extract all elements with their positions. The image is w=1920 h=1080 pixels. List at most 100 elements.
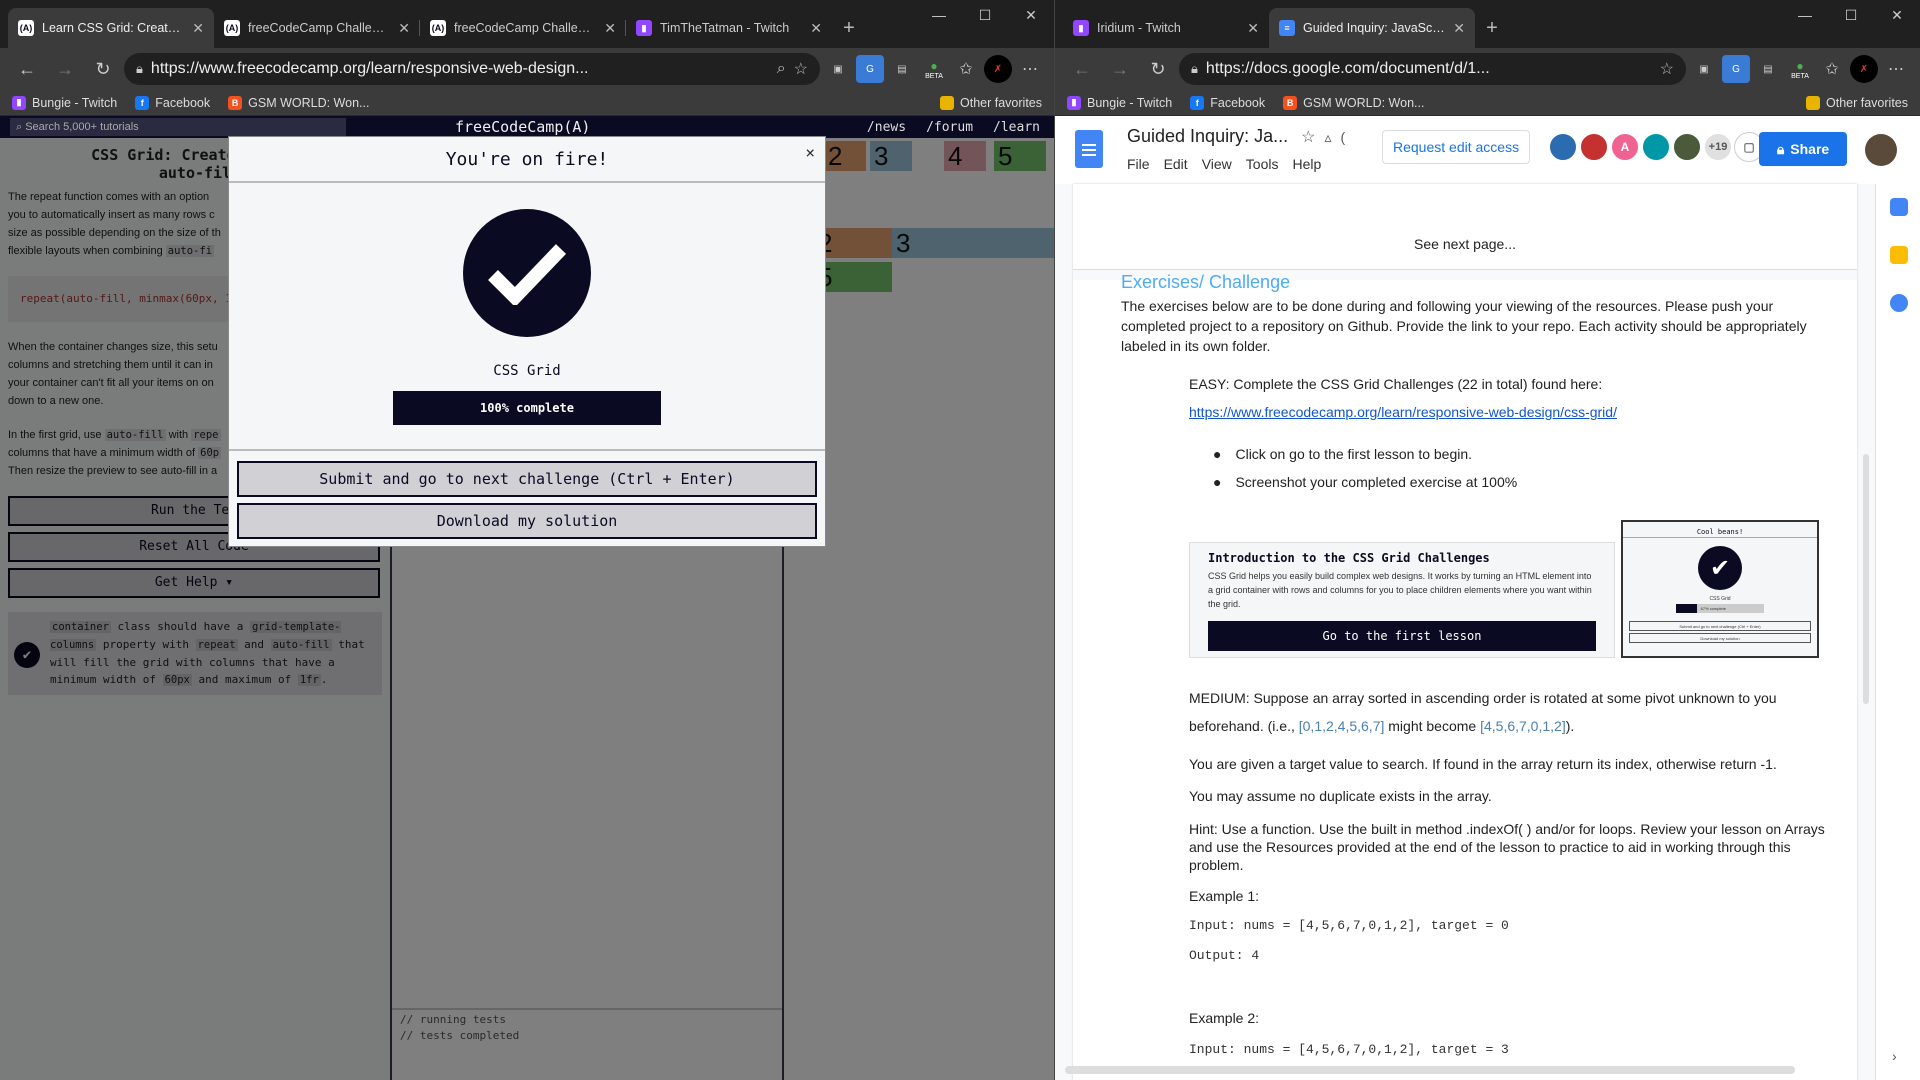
lock-icon: 🔒︎ — [136, 61, 143, 76]
avatar[interactable] — [1641, 132, 1671, 162]
cloud-status-icon: ( — [1340, 129, 1346, 145]
menu-file[interactable]: File — [1127, 156, 1150, 172]
doc-page[interactable]: See next page... Exercises/ Challenge Th… — [1073, 184, 1857, 1080]
request-edit-button[interactable]: Request edit access — [1382, 130, 1531, 164]
beta-extension-icon[interactable]: ● BETA — [1786, 55, 1814, 83]
beta-extension-icon[interactable]: ● BETA — [920, 55, 948, 83]
refresh-icon[interactable]: ↻ — [1141, 52, 1175, 86]
horizontal-scrollbar[interactable] — [1065, 1066, 1795, 1074]
new-tab-icon[interactable]: + — [1475, 8, 1509, 48]
favorites-list-icon[interactable]: ✩ — [1818, 55, 1846, 83]
user-avatar[interactable] — [1865, 134, 1897, 166]
close-tab-icon[interactable]: ✕ — [1453, 20, 1465, 37]
forward-icon[interactable]: → — [48, 52, 82, 86]
docs-menu: File Edit View Tools Help — [1127, 156, 1321, 172]
completion-modal: You're on fire! × CSS Grid 100% complete… — [228, 136, 826, 547]
close-tab-icon[interactable]: ✕ — [192, 20, 204, 37]
tab-strip: ▮ Iridium - Twitch ✕ ≡ Guided Inquiry: J… — [1055, 0, 1920, 48]
back-icon[interactable]: ← — [1065, 52, 1099, 86]
more-avatars[interactable]: +19 — [1703, 132, 1733, 162]
nav-forum[interactable]: /forum — [926, 120, 973, 135]
avatar[interactable] — [1672, 132, 1702, 162]
maximize-icon[interactable]: ☐ — [1828, 0, 1874, 30]
nav-learn[interactable]: /learn — [993, 120, 1040, 135]
vertical-scrollbar[interactable] — [1863, 454, 1869, 704]
thumb2-check-icon: ✔ — [1698, 546, 1742, 590]
avatar[interactable] — [1579, 132, 1609, 162]
submit-next-button[interactable]: Submit and go to next challenge (Ctrl + … — [237, 461, 817, 497]
expand-panel-icon[interactable]: › — [1892, 1048, 1897, 1064]
fcc-link[interactable]: https://www.freecodecamp.org/learn/respo… — [1189, 404, 1617, 420]
docs-logo-icon[interactable] — [1075, 130, 1103, 168]
tab-fcc-challenge-2[interactable]: (A) freeCodeCamp Challenge ✕ — [420, 8, 626, 48]
bookmark-gsm[interactable]: B GSM WORLD: Won... — [1283, 95, 1424, 110]
translate-icon[interactable]: G — [1722, 55, 1750, 83]
forward-icon[interactable]: → — [1103, 52, 1137, 86]
favorite-star-icon[interactable]: ☆ — [1660, 59, 1674, 79]
close-tab-icon[interactable]: ✕ — [1247, 20, 1259, 37]
bookmark-facebook[interactable]: f Facebook — [1190, 95, 1265, 110]
close-window-icon[interactable]: ✕ — [1008, 0, 1054, 30]
profile-icon[interactable]: ✗ — [984, 55, 1012, 83]
address-bar[interactable]: 🔒︎ https://docs.google.com/document/d/1.… — [1179, 53, 1686, 85]
tab-google-doc[interactable]: ≡ Guided Inquiry: JavaScript Week ✕ — [1269, 8, 1475, 48]
address-bar[interactable]: 🔒︎ https://www.freecodecamp.org/learn/re… — [124, 53, 820, 85]
more-menu-icon[interactable]: ⋯ — [1016, 55, 1044, 83]
maximize-icon[interactable]: ☐ — [962, 0, 1008, 30]
menu-edit[interactable]: Edit — [1164, 156, 1188, 172]
translate-icon[interactable]: G — [856, 55, 884, 83]
extension-icon[interactable]: ▤ — [1754, 55, 1782, 83]
minimize-icon[interactable]: — — [916, 0, 962, 30]
tab-twitch-iridium[interactable]: ▮ Iridium - Twitch ✕ — [1063, 8, 1269, 48]
tasks-icon[interactable] — [1889, 294, 1908, 312]
doc-title[interactable]: Guided Inquiry: Ja... ☆ ▵ ( — [1127, 126, 1345, 147]
share-button[interactable]: 🔒︎ Share — [1759, 132, 1847, 166]
download-solution-button[interactable]: Download my solution — [237, 503, 817, 539]
tab-fcc-grid[interactable]: (A) Learn CSS Grid: Create Fle ✕ — [8, 8, 214, 48]
collections-icon[interactable]: ▣ — [824, 55, 852, 83]
bookmark-facebook[interactable]: f Facebook — [135, 95, 210, 110]
menu-tools[interactable]: Tools — [1246, 156, 1279, 172]
close-icon[interactable]: × — [805, 143, 815, 162]
move-folder-icon[interactable]: ▵ — [1324, 129, 1331, 145]
calendar-icon[interactable] — [1889, 198, 1908, 216]
bullet-item: ● Click on go to the first lesson to begi… — [1213, 446, 1473, 462]
zoom-icon[interactable]: ⌕ — [777, 60, 786, 78]
other-favorites[interactable]: Other favorites — [940, 95, 1042, 110]
star-icon[interactable]: ☆ — [1301, 129, 1315, 146]
thumb2-progress-fill — [1676, 604, 1697, 613]
close-window-icon[interactable]: ✕ — [1874, 0, 1920, 30]
bookmark-gsm[interactable]: B GSM WORLD: Won... — [228, 95, 369, 110]
new-tab-icon[interactable]: + — [832, 8, 866, 48]
bookmark-label: Bungie - Twitch — [32, 95, 118, 110]
close-tab-icon[interactable]: ✕ — [604, 20, 616, 37]
keep-icon[interactable] — [1889, 246, 1908, 264]
avatar[interactable] — [1548, 132, 1578, 162]
back-icon[interactable]: ← — [10, 52, 44, 86]
favorite-star-icon[interactable]: ☆ — [794, 59, 808, 79]
extension-icon[interactable]: ▤ — [888, 55, 916, 83]
bookmark-bungie[interactable]: ▮ Bungie - Twitch — [1067, 95, 1172, 110]
refresh-icon[interactable]: ↻ — [86, 52, 120, 86]
other-favorites[interactable]: Other favorites — [1806, 95, 1908, 110]
example-1-label: Example 1: — [1189, 888, 1260, 904]
fcc-header: ⌕ Search 5,000+ tutorials freeCodeCamp(A… — [0, 116, 1054, 138]
avatar[interactable]: A — [1610, 132, 1640, 162]
close-tab-icon[interactable]: ✕ — [398, 20, 410, 37]
more-menu-icon[interactable]: ⋯ — [1882, 55, 1910, 83]
fcc-search-input[interactable]: ⌕ Search 5,000+ tutorials — [10, 118, 346, 136]
menu-help[interactable]: Help — [1292, 156, 1321, 172]
progress-label: 100% complete — [480, 401, 574, 415]
bookmark-bungie[interactable]: ▮ Bungie - Twitch — [12, 95, 118, 110]
close-tab-icon[interactable]: ✕ — [810, 20, 822, 37]
minimize-icon[interactable]: — — [1782, 0, 1828, 30]
thumb-title: Introduction to the CSS Grid Challenges — [1208, 551, 1490, 565]
fcc-logo[interactable]: freeCodeCamp(A) — [455, 118, 590, 136]
tab-fcc-challenge-1[interactable]: (A) freeCodeCamp Challenge ✕ — [214, 8, 420, 48]
favorites-list-icon[interactable]: ✩ — [952, 55, 980, 83]
menu-view[interactable]: View — [1202, 156, 1232, 172]
collections-icon[interactable]: ▣ — [1690, 55, 1718, 83]
profile-icon[interactable]: ✗ — [1850, 55, 1878, 83]
nav-news[interactable]: /news — [867, 120, 906, 135]
tab-twitch[interactable]: ▮ TimTheTatman - Twitch ✕ — [626, 8, 832, 48]
